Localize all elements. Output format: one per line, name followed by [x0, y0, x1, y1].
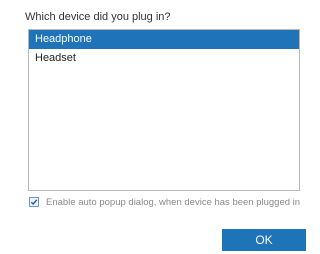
checkmark-icon	[30, 199, 38, 206]
device-select-dialog: Which device did you plug in? Headphone …	[0, 0, 310, 254]
dialog-question: Which device did you plug in?	[25, 11, 171, 23]
auto-popup-option[interactable]: Enable auto popup dialog, when device ha…	[29, 196, 300, 208]
list-item-headphone[interactable]: Headphone	[29, 30, 299, 49]
auto-popup-checkbox[interactable]	[29, 197, 39, 207]
list-item-headset[interactable]: Headset	[29, 49, 299, 68]
device-list[interactable]: Headphone Headset	[28, 29, 300, 191]
auto-popup-label: Enable auto popup dialog, when device ha…	[46, 196, 301, 208]
ok-button[interactable]: OK	[222, 229, 306, 251]
